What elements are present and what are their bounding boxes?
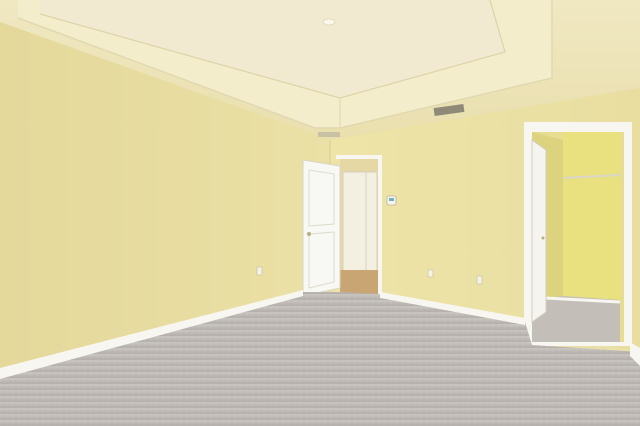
outlet-icon — [427, 269, 434, 278]
outlet-icon — [256, 266, 263, 276]
door-frame-top — [336, 155, 382, 159]
closet-door[interactable] — [531, 139, 547, 323]
outlet-icon — [476, 275, 483, 285]
hallway-wood-floor — [340, 270, 380, 294]
door-knob-icon[interactable] — [541, 236, 545, 240]
door-knob-icon[interactable] — [307, 232, 311, 236]
empty-bedroom-photo — [0, 0, 640, 426]
hallway-far-door — [342, 171, 378, 273]
return-vent-icon — [318, 132, 340, 137]
smoke-detector-icon — [322, 18, 336, 26]
door-frame-right — [378, 155, 382, 295]
room-illustration — [0, 0, 640, 426]
